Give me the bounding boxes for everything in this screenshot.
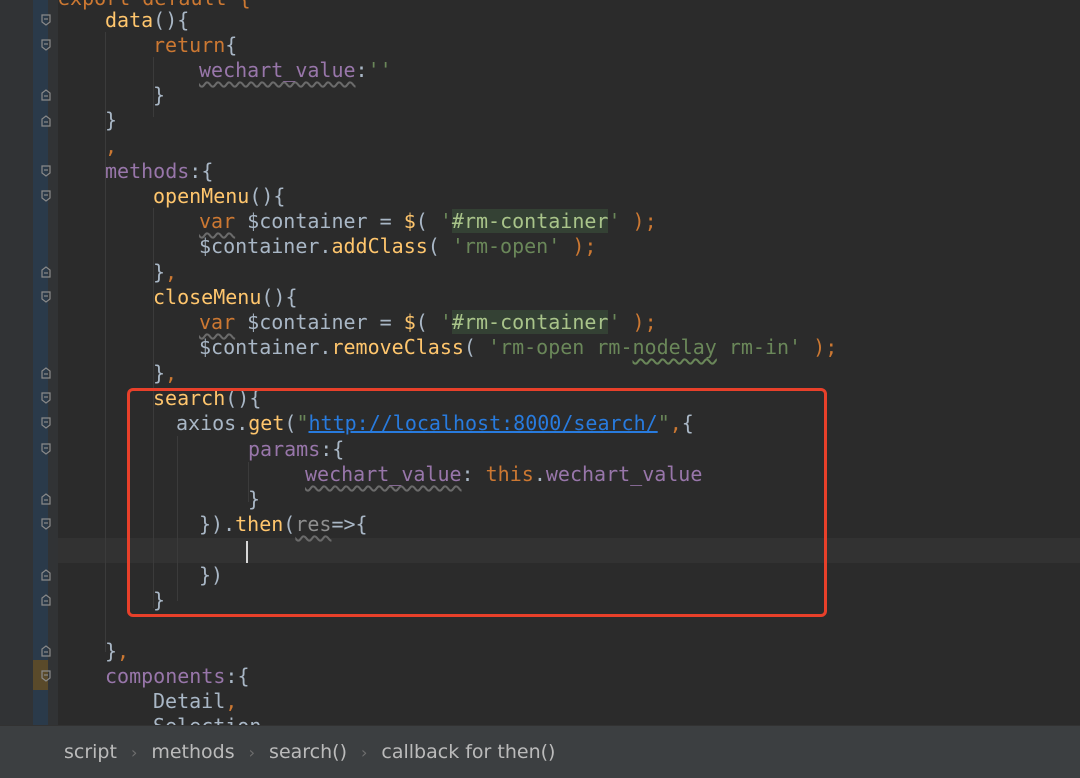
fold-toggle-icon[interactable] bbox=[41, 165, 51, 177]
fold-toggle-icon[interactable] bbox=[41, 39, 51, 51]
code-line: search(){ bbox=[153, 386, 262, 410]
code-line: $container.removeClass( 'rm-open rm-node… bbox=[199, 335, 838, 359]
fold-toggle-icon[interactable] bbox=[41, 569, 51, 581]
fold-toggle-icon[interactable] bbox=[41, 493, 51, 505]
indent-guide bbox=[177, 436, 178, 601]
code-line: , bbox=[105, 134, 118, 158]
fold-toggle-icon[interactable] bbox=[41, 594, 51, 606]
line-gutter bbox=[0, 0, 58, 725]
fold-toggle-icon[interactable] bbox=[41, 645, 51, 657]
code-line: var $container = $( '#rm-container' ); bbox=[199, 310, 657, 334]
code-line bbox=[246, 538, 248, 563]
fold-toggle-icon[interactable] bbox=[41, 670, 51, 682]
code-line: } bbox=[153, 588, 166, 612]
code-line: $container.addClass( 'rm-open' ); bbox=[199, 234, 597, 258]
change-marker-bar bbox=[33, 0, 48, 725]
current-line-highlight bbox=[58, 538, 1080, 563]
code-line: methods:{ bbox=[105, 159, 214, 183]
fold-toggle-icon[interactable] bbox=[41, 291, 51, 303]
breadcrumb-script[interactable]: script bbox=[64, 741, 117, 763]
code-line: }, bbox=[105, 639, 130, 663]
chevron-right-icon: › bbox=[361, 742, 368, 762]
fold-toggle-icon[interactable] bbox=[41, 417, 51, 429]
breadcrumb-methods[interactable]: methods bbox=[151, 741, 234, 763]
code-line: }).then(res=>{ bbox=[199, 512, 368, 536]
fold-toggle-icon[interactable] bbox=[41, 392, 51, 404]
code-line: Selection bbox=[153, 714, 261, 725]
text-caret bbox=[246, 540, 248, 563]
code-line: var $container = $( '#rm-container' ); bbox=[199, 209, 657, 233]
code-line: params:{ bbox=[248, 437, 345, 461]
code-line: } bbox=[153, 83, 166, 107]
code-line: wechart_value:'' bbox=[199, 58, 392, 82]
code-line: }) bbox=[199, 563, 224, 587]
code-line: wechart_value: this.wechart_value bbox=[305, 462, 703, 486]
code-line: } bbox=[248, 487, 261, 511]
code-line: } bbox=[105, 108, 118, 132]
code-line: openMenu(){ bbox=[153, 184, 286, 208]
fold-toggle-icon[interactable] bbox=[41, 518, 51, 530]
fold-toggle-icon[interactable] bbox=[41, 367, 51, 379]
fold-toggle-icon[interactable] bbox=[41, 266, 51, 278]
code-line: data(){ bbox=[105, 8, 190, 32]
search-url-link[interactable]: http://localhost:8000/search/ bbox=[308, 411, 657, 435]
code-line: Detail, bbox=[153, 689, 238, 713]
code-editor[interactable]: export default { data(){ return{ wechart… bbox=[58, 0, 1080, 725]
breadcrumb-search[interactable]: search() bbox=[269, 741, 347, 763]
chevron-right-icon: › bbox=[248, 742, 256, 762]
fold-toggle-icon[interactable] bbox=[41, 115, 51, 127]
code-line: axios.get("http://localhost:8000/search/… bbox=[176, 411, 694, 435]
code-line: closeMenu(){ bbox=[153, 285, 298, 309]
breadcrumb-callback[interactable]: callback for then() bbox=[381, 741, 555, 763]
code-line: components:{ bbox=[105, 664, 250, 688]
chevron-right-icon: › bbox=[130, 742, 138, 762]
code-line: }, bbox=[153, 260, 178, 284]
fold-toggle-icon[interactable] bbox=[41, 190, 51, 202]
breadcrumb: script › methods › search() › callback f… bbox=[0, 725, 1080, 778]
fold-toggle-icon[interactable] bbox=[41, 443, 51, 455]
fold-toggle-icon[interactable] bbox=[41, 89, 51, 101]
code-line: }, bbox=[153, 361, 178, 385]
fold-toggle-icon[interactable] bbox=[41, 14, 51, 26]
code-line: return{ bbox=[153, 33, 238, 57]
